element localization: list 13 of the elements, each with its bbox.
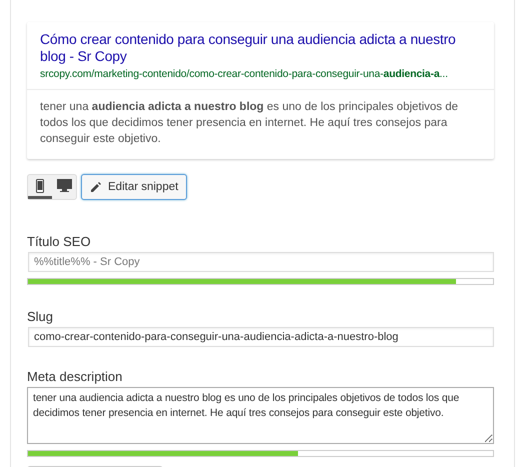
edit-snippet-button[interactable]: Editar snippet (81, 174, 188, 200)
snippet-title: Cómo crear contenido para conseguir una audiencia adicta a nuestro blog - Sr Copy (40, 31, 457, 65)
monitor-icon (56, 179, 72, 192)
mobile-icon (36, 178, 44, 192)
field-label: Título SEO (27, 234, 92, 249)
snippet-url: srcopy.com/marketing-contenido/como-crear-contenido-para-conseguir-una-audiencia-a... (40, 67, 448, 81)
pencil-icon (90, 181, 102, 193)
meta-description-field[interactable]: tener una audiencia adicta a nuestro blog es uno de los principales objetivos de todos los que decidimos tener presencia en internet. He aquí tres consejos para conseguir este objetivo. (27, 387, 494, 444)
text-field[interactable]: %%title%% - Sr Copy (28, 252, 494, 272)
field-label: Slug (27, 309, 54, 324)
text-field[interactable]: como-crear-contenido-para-conseguir-una-audiencia-adicta-a-nuestro-blog (28, 327, 494, 347)
field-label: Meta description (27, 369, 124, 384)
snippet-description: tener una audiencia adicta a nuestro blog es uno de los principales objetivos de todos los que decidimos tener presencia en internet. He aquí tres consejos para conseguir este objetivo. (39, 100, 460, 147)
